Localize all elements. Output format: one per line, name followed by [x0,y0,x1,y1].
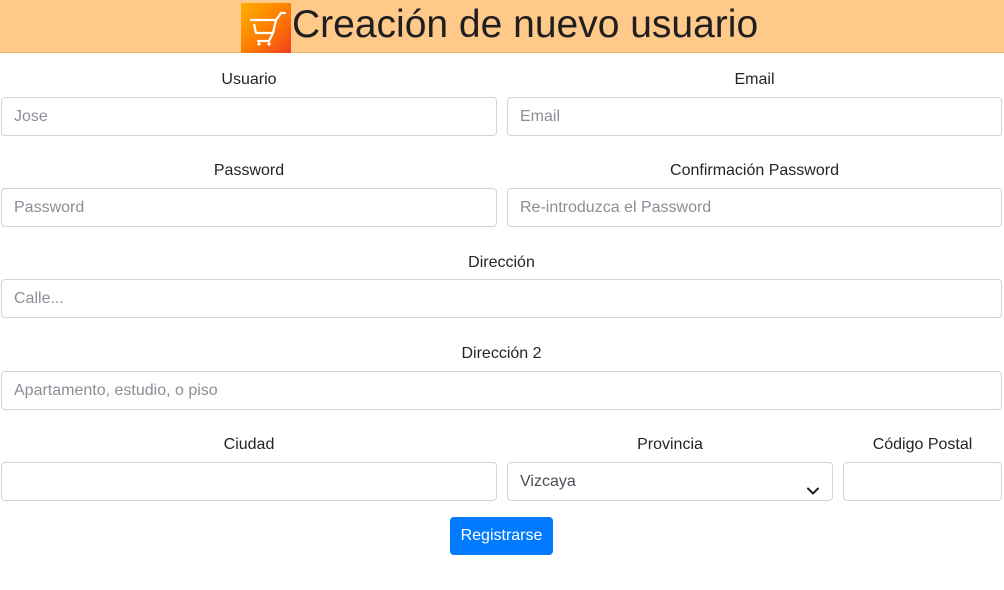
page-header: Creación de nuevo usuario [0,0,1004,53]
email-label: Email [734,71,775,88]
page-title: Creación de nuevo usuario [292,3,759,46]
confirm-password-input[interactable] [507,188,1002,227]
direccion-input[interactable] [1,279,1002,318]
codigo-postal-input[interactable] [843,462,1002,501]
ciudad-input[interactable] [1,462,497,501]
password-input[interactable] [1,188,497,227]
chevron-down-icon [806,475,820,512]
shopping-cart-icon [241,3,291,53]
confirm-password-label: Confirmación Password [670,162,839,179]
codigo-postal-label: Código Postal [872,436,973,453]
usuario-label: Usuario [221,71,277,88]
usuario-input[interactable] [1,97,497,136]
provincia-select[interactable]: Vizcaya [507,462,833,501]
ciudad-label: Ciudad [223,436,275,453]
provincia-selected-value: Vizcaya [520,473,576,490]
password-label: Password [213,162,285,179]
direccion2-input[interactable] [1,371,1002,410]
direccion2-label: Dirección 2 [461,345,542,362]
email-input[interactable] [507,97,1002,136]
provincia-label: Provincia [637,436,703,453]
register-button[interactable]: Registrarse [450,517,553,555]
direccion-label: Dirección [468,254,535,271]
